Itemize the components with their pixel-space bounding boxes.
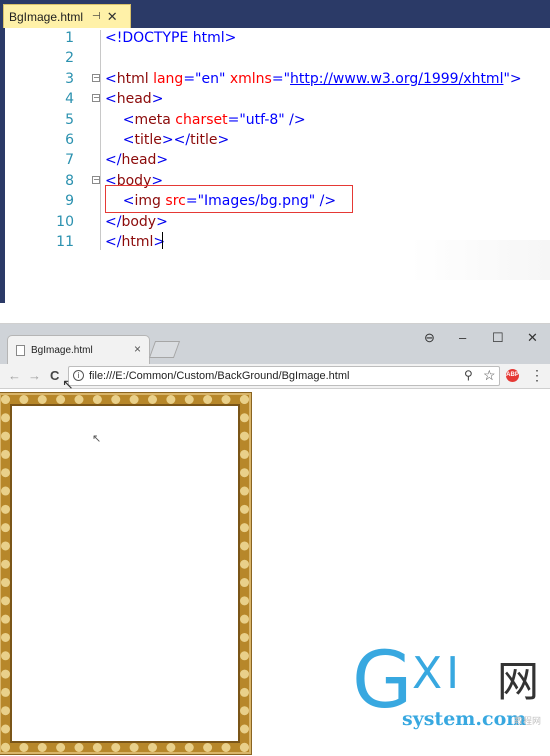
- new-tab-button[interactable]: [148, 341, 181, 358]
- code-line[interactable]: 3 − <html lang="en" xmlns="http://www.w3.o…: [0, 69, 550, 89]
- fold-toggle-icon[interactable]: −: [92, 94, 100, 103]
- code-token: "en": [195, 70, 226, 87]
- code-line[interactable]: 7 </head>: [0, 150, 550, 170]
- code-token: >: [156, 152, 169, 169]
- code-text: <html lang="en" xmlns="http://www.w3.org…: [105, 69, 522, 89]
- code-token: html: [121, 234, 154, 250]
- editor-tab-bgimage[interactable]: BgImage.html ⊣ ✕: [3, 4, 131, 28]
- browser-tab-title: BgImage.html: [31, 344, 93, 356]
- page-viewport: ↖: [0, 390, 550, 756]
- code-token: head: [121, 152, 157, 169]
- code-text: <!DOCTYPE html>: [105, 28, 236, 48]
- code-line[interactable]: 2: [0, 48, 550, 68]
- close-icon[interactable]: ✕: [107, 9, 118, 25]
- line-number: 6: [65, 132, 74, 148]
- code-line[interactable]: 6 <title></title>: [0, 130, 550, 150]
- menu-icon[interactable]: ⋮: [530, 367, 544, 384]
- code-token: =: [183, 70, 196, 87]
- document-icon: [16, 344, 25, 356]
- maximize-button[interactable]: ☐: [492, 330, 504, 346]
- pointer-cursor-icon: ↖: [92, 433, 102, 445]
- code-token: <!DOCTYPE html>: [105, 30, 237, 46]
- code-token: =: [227, 111, 240, 128]
- browser-window: BgImage.html × ⊖ – ☐ ✕ ← → C i file:///E…: [0, 323, 550, 756]
- code-line[interactable]: 5 <meta charset="utf-8" />: [0, 110, 550, 130]
- line-number: 9: [65, 193, 74, 210]
- background-image-frame: [1, 395, 249, 752]
- editor-tab-title: BgImage.html: [9, 9, 84, 24]
- code-token: title: [190, 132, 218, 148]
- code-token: </: [105, 152, 122, 169]
- code-token: "utf-8": [239, 111, 285, 128]
- minimize-button[interactable]: –: [459, 330, 466, 345]
- code-token: <: [105, 132, 135, 148]
- code-token: >: [151, 91, 164, 108]
- image-smudge: [410, 240, 550, 280]
- code-token: >: [509, 70, 522, 87]
- code-token: </: [105, 234, 122, 250]
- code-token: >: [153, 234, 166, 250]
- line-number: 5: [65, 111, 74, 128]
- adblock-icon[interactable]: ABP: [506, 369, 519, 382]
- code-token: body: [121, 213, 157, 230]
- code-line[interactable]: 4 − <head>: [0, 89, 550, 109]
- code-token: http://www.w3.org/1999/xhtml: [290, 70, 504, 87]
- forward-icon[interactable]: →: [28, 368, 41, 383]
- code-token: meta: [134, 111, 171, 128]
- highlight-box: [105, 185, 353, 213]
- code-text: </body>: [105, 212, 168, 232]
- line-number: 11: [56, 234, 74, 250]
- code-token: lang: [148, 70, 184, 87]
- fold-toggle-icon[interactable]: −: [92, 175, 100, 184]
- code-token: xmlns: [225, 70, 272, 87]
- code-token: title: [134, 132, 162, 148]
- browser-toolbar: ← → C i file:///E:/Common/Custom/BackGro…: [0, 364, 550, 389]
- tab-close-icon[interactable]: ×: [134, 342, 141, 356]
- window-close-button[interactable]: ✕: [527, 330, 538, 346]
- code-text: </head>: [105, 150, 168, 170]
- text-caret: [162, 232, 163, 249]
- code-token: </: [105, 213, 122, 230]
- separator-gap: [0, 303, 550, 323]
- back-icon[interactable]: ←: [8, 368, 21, 383]
- code-text: </html>: [105, 232, 165, 252]
- fold-toggle-icon[interactable]: −: [92, 73, 100, 82]
- line-number: 8: [65, 172, 74, 189]
- code-token: ></: [161, 132, 191, 148]
- code-text: <meta charset="utf-8" />: [105, 110, 306, 130]
- code-token: html: [116, 70, 149, 87]
- code-line[interactable]: 10 </body>: [0, 212, 550, 232]
- code-editor: BgImage.html ⊣ ✕ 1 <!DOCTYPE html> 2 3− <htm…: [0, 0, 550, 303]
- code-token: >: [217, 132, 230, 148]
- line-number: 2: [65, 50, 74, 67]
- code-text: <title></title>: [105, 130, 229, 150]
- line-number: 4: [65, 91, 74, 108]
- line-number: 1: [65, 30, 74, 46]
- line-number: 3: [65, 70, 74, 87]
- account-icon[interactable]: ⊖: [424, 330, 435, 346]
- code-token: />: [284, 111, 306, 128]
- line-number: 10: [56, 213, 74, 230]
- code-token: charset: [170, 111, 228, 128]
- reload-icon[interactable]: C: [50, 368, 59, 383]
- code-token: <: [105, 70, 117, 87]
- code-token: head: [116, 91, 152, 108]
- code-token: =: [271, 70, 284, 87]
- address-bar[interactable]: i file:///E:/Common/Custom/BackGround/Bg…: [68, 366, 500, 386]
- pin-icon[interactable]: ⊣: [92, 11, 101, 22]
- code-line[interactable]: 1 <!DOCTYPE html>: [0, 28, 550, 48]
- search-icon[interactable]: ⚲: [464, 368, 473, 382]
- code-token: <: [105, 111, 135, 128]
- browser-titlebar: BgImage.html × ⊖ – ☐ ✕: [0, 324, 550, 364]
- browser-tab-bgimage[interactable]: BgImage.html ×: [7, 335, 150, 364]
- code-token: >: [156, 213, 168, 230]
- line-number: 7: [65, 152, 74, 169]
- bookmark-star-icon[interactable]: ☆: [483, 367, 496, 384]
- address-url: file:///E:/Common/Custom/BackGround/BgIm…: [89, 370, 350, 382]
- code-token: <: [105, 91, 117, 108]
- info-icon[interactable]: i: [73, 370, 84, 381]
- code-text: <head>: [105, 89, 163, 109]
